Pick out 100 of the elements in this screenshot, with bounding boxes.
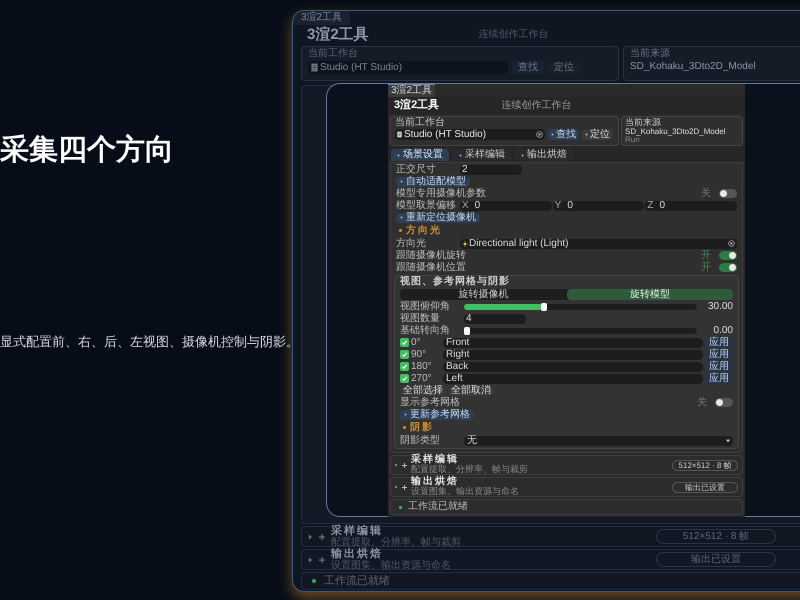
workspace-field[interactable]: Studio (HT Studio) [308,61,508,74]
view-name-field[interactable]: Right [443,350,703,360]
section-title: 输出烘焙 [411,477,459,487]
field-label: 当前工作台 [395,118,446,128]
section-subtitle: 设置图集、输出资源与命名 [411,488,519,496]
vector-field[interactable]: Z 0 [645,200,738,210]
slider-track[interactable] [464,304,697,310]
segment-option[interactable]: 旋转摄像机 [400,289,566,300]
checkbox[interactable] [400,350,409,359]
view-name-field[interactable]: Left [443,374,703,384]
slider-fill[interactable] [464,304,544,310]
collapsed-section[interactable]: 采样编辑 配置提取、分辨率、帧与裁剪 512×512 · 8 帧 [390,455,743,475]
clear-icon [536,131,543,138]
source-value: SD_Kohaku_3Dto2D_Model [630,62,757,72]
field-label: 跟随摄像机位置 [396,262,466,272]
number-field[interactable]: 2 [460,164,522,174]
vector-field[interactable]: X 0 [460,200,552,210]
clear-icon [728,240,735,247]
dot-icon [551,133,554,136]
checkbox[interactable] [400,374,409,383]
toggle-switch[interactable] [719,251,737,260]
section-title: 采样编辑 [331,526,384,536]
action-button[interactable]: 更新参考网格 [400,410,474,420]
slider-track[interactable] [464,328,697,334]
document-icon [311,63,318,72]
expand-icon [395,463,398,467]
dot-icon [400,180,403,183]
window-tab[interactable]: 3渲2工具 [293,11,350,25]
window-subtitle: 连续创作工作台 [478,30,549,42]
locate-button[interactable]: 定位 [548,61,580,74]
collapsed-section[interactable]: 采样编辑 配置提取、分辨率、帧与裁剪 512×512 · 8 帧 [301,526,800,547]
bullet-icon [403,426,406,429]
dropdown[interactable]: 无 [464,436,733,446]
section-subtitle: 配置提取、分辨率、帧与裁剪 [331,538,461,548]
checkbox[interactable] [400,362,409,371]
locate-button[interactable]: 定位 [582,129,613,140]
status-badge: 512×512 · 8 帧 [672,460,738,470]
vector-field[interactable]: Y 0 [552,200,644,210]
dot-icon [404,413,407,416]
document-icon [397,131,402,138]
toggle-switch[interactable] [719,189,737,198]
slide-heading: 采集四个方向 [0,136,174,165]
workspace-field[interactable]: Studio (HT Studio) [395,129,545,140]
view-name-field[interactable]: Back [443,362,703,372]
tab[interactable]: 采样编辑 [453,149,511,161]
angle-label: 180° [411,362,433,372]
segment-option[interactable]: 旋转模型 [566,289,733,300]
toggle-state: 开 [701,262,711,272]
action-button[interactable]: 重新定位摄像机 [396,212,480,222]
light-icon [462,240,468,246]
section-heading: 阴影 [410,422,434,432]
find-button[interactable]: 查找 [512,61,544,74]
expand-icon [308,534,313,540]
card-title: 视图、参考网格与阴影 [398,276,511,288]
field-label: 视图俯仰角 [400,302,451,312]
source-value: SD_Kohaku_3Dto2D_Model [625,128,727,136]
toggle-switch[interactable] [715,398,733,407]
plus-icon [402,484,407,490]
window-title: 3渲2工具 [394,98,440,114]
action-button[interactable]: 全部选择 [400,386,446,396]
tab[interactable]: 输出烘焙 [515,149,573,161]
field-label: 视图数量 [400,314,441,324]
object-field[interactable]: Directional light (Light) [460,238,737,248]
status-text: 工作流已就绪 [324,574,390,589]
collapsed-section[interactable]: 输出烘焙 设置图集、输出资源与命名 输出已设置 [390,477,743,497]
plus-icon [319,534,325,540]
tab[interactable]: 场景设置 [391,149,449,161]
toggle-state: 关 [697,398,707,408]
field-label: 显示参考网格 [400,398,460,408]
field-label: 模型取景偏移 [396,200,457,210]
toggle-state: 开 [701,250,711,260]
checkbox[interactable] [400,338,409,347]
slider-value: 0.00 [712,326,733,336]
toggle-state: 关 [701,188,711,198]
field-label: 方向光 [396,238,427,248]
number-field[interactable]: 4 [464,314,526,324]
window-subtitle: 连续创作工作台 [501,98,572,113]
angle-label: 90° [411,350,428,360]
collapsed-section[interactable]: 输出烘焙 设置图集、输出资源与命名 输出已设置 [301,549,800,570]
apply-button[interactable]: 应用 [705,338,733,348]
slider-thumb[interactable] [541,302,548,310]
field-label: 模型专用摄像机参数 [396,188,486,198]
apply-button[interactable]: 应用 [705,362,733,372]
action-button[interactable]: 自动适配模型 [396,176,470,186]
bullet-icon [399,229,402,232]
toggle-switch[interactable] [719,263,737,272]
apply-button[interactable]: 应用 [705,350,733,360]
view-name-field[interactable]: Front [443,338,703,348]
dot-icon [397,154,400,156]
angle-label: 0° [411,338,422,348]
slider-thumb[interactable] [464,326,470,334]
field-label: 阴影类型 [400,436,441,446]
section-subtitle: 配置提取、分辨率、帧与裁剪 [411,466,528,474]
find-button[interactable]: 查找 [548,129,579,140]
status-badge: 512×512 · 8 帧 [656,529,776,544]
field-label: 跟随摄像机旋转 [396,250,466,260]
apply-button[interactable]: 应用 [705,374,733,384]
action-button[interactable]: 全部取消 [448,386,494,396]
caret-icon [726,438,730,442]
window-tab[interactable]: 3渲2工具 [388,84,436,97]
